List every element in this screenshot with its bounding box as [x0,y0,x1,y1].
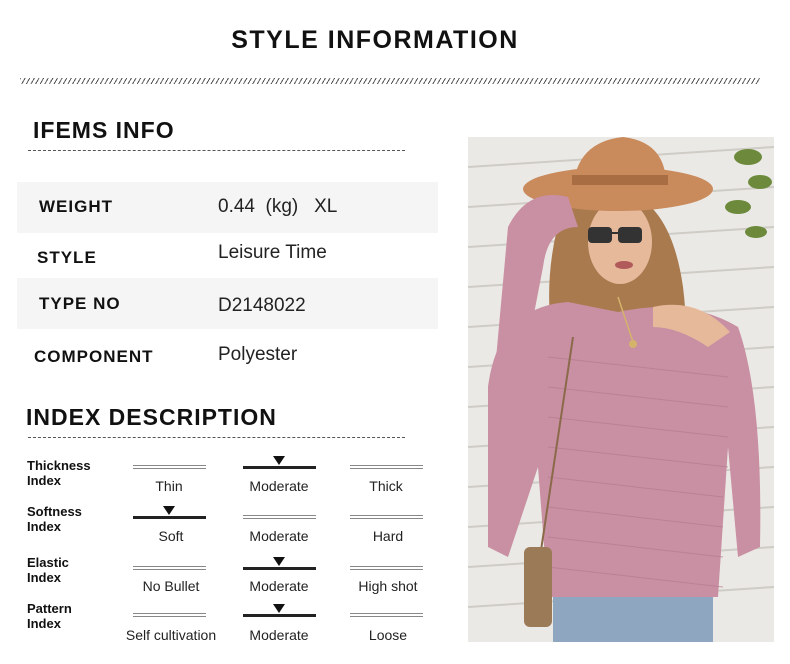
softness-option-hard: Hard [372,528,404,544]
pattern-marker-icon [273,604,285,613]
thickness-option-thin: Thin [155,478,183,494]
items-info-title: IFEMS INFO [33,117,175,143]
thickness-bar-moderate [243,466,316,469]
elastic-bar-high-shot [350,566,423,570]
weight-label: WEIGHT [39,197,113,216]
softness-bar-moderate [243,515,316,519]
elastic-option-moderate: Moderate [249,578,309,594]
thickness-index-label: Thickness Index [27,458,117,488]
thickness-marker-icon [273,456,285,465]
product-photo [468,137,774,642]
pattern-label-line1: Pattern [27,601,72,616]
index-description-title: INDEX DESCRIPTION [26,404,277,430]
pattern-option-self-cultivation: Self cultivation [125,627,217,643]
type-no-label: TYPE NO [39,294,121,313]
elastic-marker-icon [273,557,285,566]
index-description-divider [28,437,405,438]
thickness-bar-thick [350,465,423,469]
thickness-option-moderate: Moderate [249,478,309,494]
softness-bar-hard [350,515,423,519]
thickness-bar-thin [133,465,206,469]
softness-label-line2: Index [27,519,61,534]
elastic-bar-no-bullet [133,566,206,570]
component-value: Polyester [218,344,298,365]
page-title: STYLE INFORMATION [231,26,519,54]
elastic-label-line2: Index [27,570,61,585]
weight-value: 0.44 (kg) XL [218,196,338,217]
thickness-label-line1: Thickness [27,458,91,473]
thickness-label-line2: Index [27,473,61,488]
softness-label-line1: Softness [27,504,82,519]
pattern-bar-self-cultivation [133,613,206,617]
pattern-bar-loose [350,613,423,617]
component-label: COMPONENT [34,347,154,366]
model-photo-icon [468,137,774,642]
softness-option-moderate: Moderate [249,528,309,544]
elastic-bar-moderate [243,567,316,570]
type-no-value: D2148022 [218,295,306,316]
softness-marker-icon [163,506,175,515]
items-info-divider [28,150,405,151]
pattern-option-moderate: Moderate [249,627,309,643]
pattern-index-label: Pattern Index [27,601,117,631]
softness-bar-soft [133,516,206,519]
pattern-option-loose: Loose [368,627,408,643]
pattern-bar-moderate [243,614,316,617]
softness-index-label: Softness Index [27,504,117,534]
softness-option-soft: Soft [158,528,184,544]
elastic-option-no-bullet: No Bullet [142,578,200,594]
elastic-index-label: Elastic Index [27,555,117,585]
title-divider [20,78,760,84]
elastic-option-high-shot: High shot [358,578,418,594]
thickness-option-thick: Thick [369,478,403,494]
elastic-label-line1: Elastic [27,555,69,570]
style-value: Leisure Time [218,242,327,263]
pattern-label-line2: Index [27,616,61,631]
style-label: STYLE [37,248,97,267]
